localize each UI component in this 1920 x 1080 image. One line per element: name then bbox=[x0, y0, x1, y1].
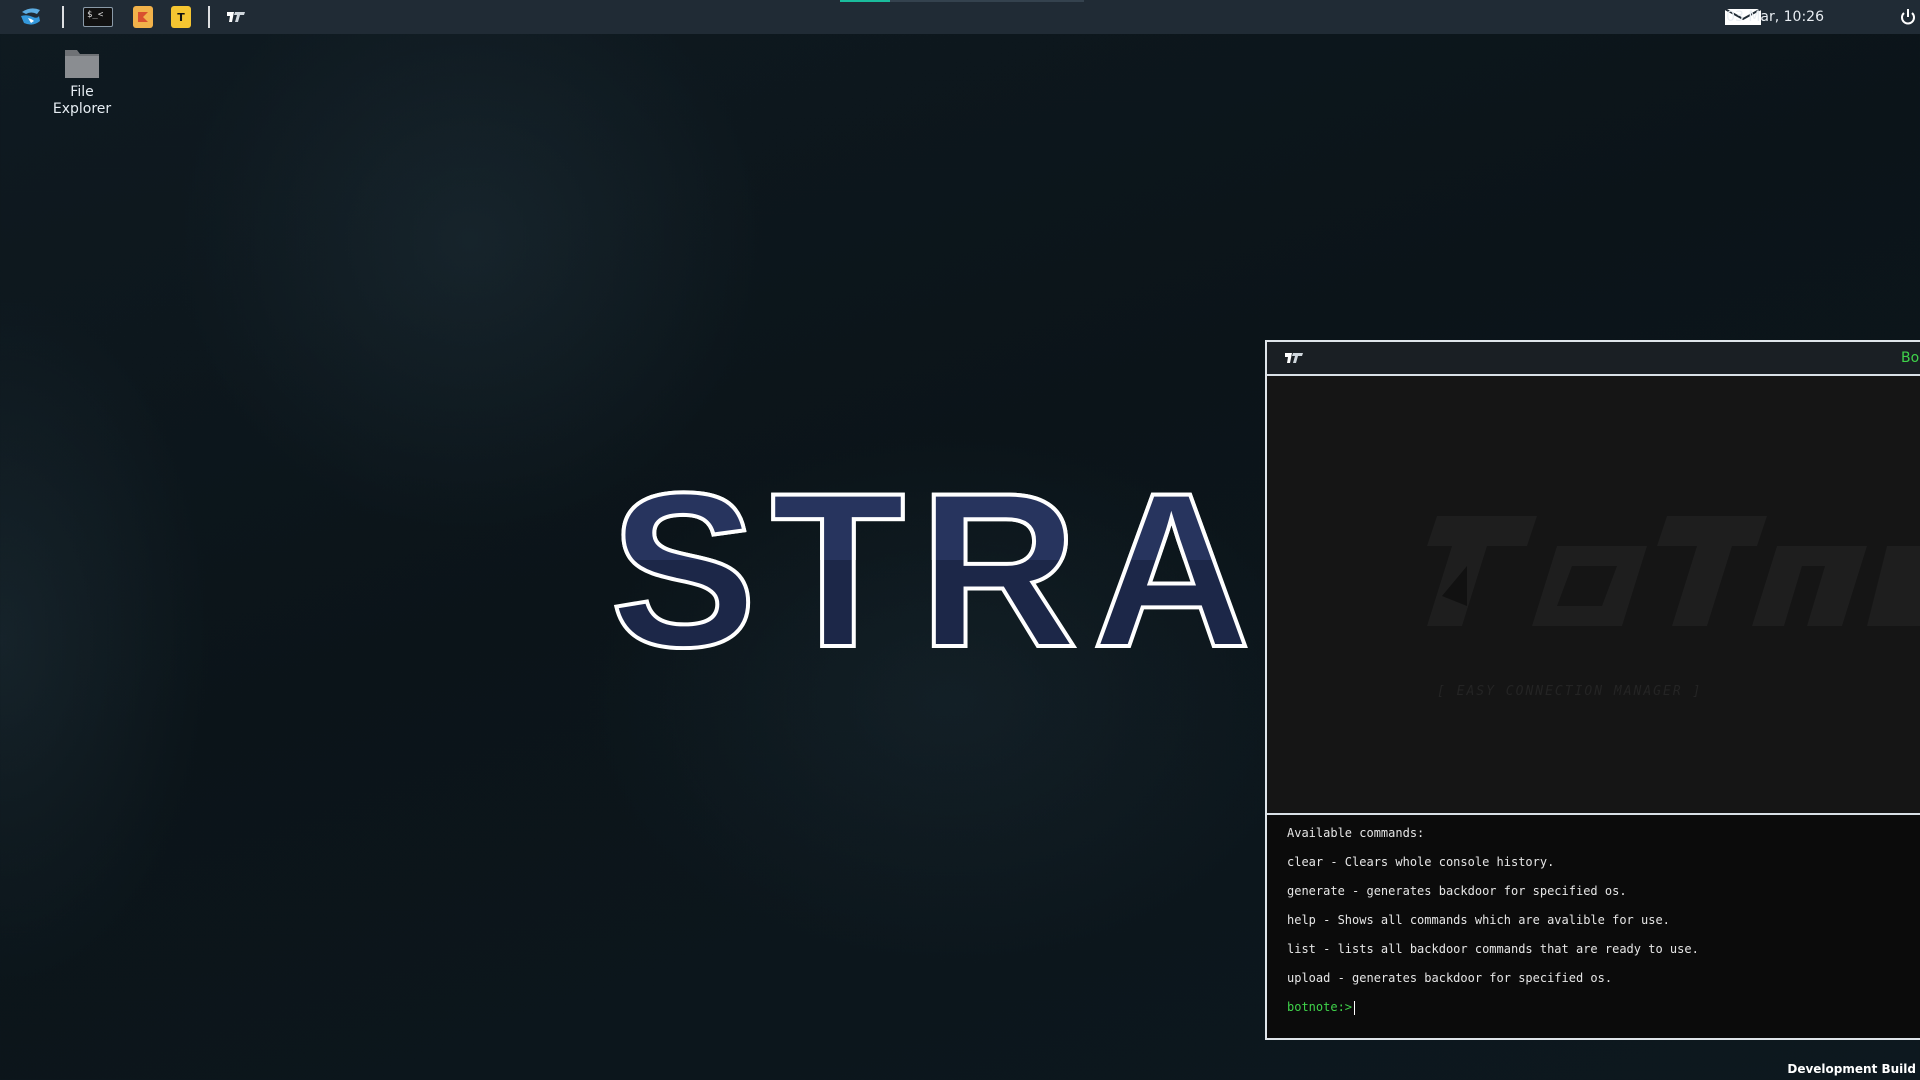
wallpaper-logo-text: STRAP STRAP bbox=[610, 470, 1270, 650]
console-line: list - lists all backdoor commands that … bbox=[1287, 942, 1699, 956]
text-cursor bbox=[1354, 1000, 1356, 1015]
wallpaper-text-highlight: STRAP bbox=[610, 470, 1270, 560]
botnet-banner: [ EASY CONNECTION MANAGER ] bbox=[1267, 376, 1920, 813]
taskbar-separator bbox=[208, 6, 210, 28]
botnet-window[interactable]: Bo [ EASY CONNECTION MANAGER ] Available… bbox=[1265, 340, 1920, 1040]
console-line: generate - generates backdoor for specif… bbox=[1287, 884, 1627, 898]
console-prompt: botnote:> bbox=[1287, 1000, 1353, 1014]
power-icon[interactable] bbox=[1900, 8, 1916, 26]
app-icon-orange[interactable] bbox=[133, 6, 153, 28]
console-line: upload - generates backdoor for specifie… bbox=[1287, 971, 1613, 985]
console-input-line[interactable]: botnote:> bbox=[1287, 999, 1920, 1028]
clock: 03 Mar, 10:26 bbox=[1726, 9, 1824, 25]
app-icon-yellow[interactable]: T bbox=[171, 6, 191, 28]
taskbar: $_< T 03 Mar, 10:26 bbox=[0, 0, 1920, 34]
start-logo-icon[interactable] bbox=[18, 6, 44, 28]
desktop-item-label-line1: File bbox=[70, 84, 94, 100]
wallpaper-text-top: STRAP bbox=[610, 470, 1270, 560]
window-titlebar[interactable]: Bo bbox=[1267, 342, 1920, 376]
terminal-icon[interactable]: $_< bbox=[83, 7, 113, 27]
taskbar-indicator-track bbox=[890, 0, 1084, 2]
botnet-banner-logo bbox=[1407, 506, 1920, 668]
window-title: Bo bbox=[1901, 350, 1920, 366]
development-build-label: Development Build bbox=[1787, 1062, 1916, 1076]
botnet-banner-subtitle: [ EASY CONNECTION MANAGER ] bbox=[1437, 684, 1703, 699]
file-explorer-shortcut[interactable]: File Explorer bbox=[40, 44, 124, 118]
botnet-app-icon[interactable] bbox=[225, 6, 247, 28]
console-line: help - Shows all commands which are aval… bbox=[1287, 913, 1670, 927]
folder-icon bbox=[65, 50, 99, 78]
console-line: clear - Clears whole console history. bbox=[1287, 855, 1555, 869]
console-output[interactable]: Available commands: clear - Clears whole… bbox=[1267, 813, 1920, 1038]
desktop-item-label-line2: Explorer bbox=[52, 101, 112, 117]
botnet-window-icon bbox=[1285, 353, 1303, 363]
console-line: Available commands: bbox=[1287, 826, 1425, 840]
taskbar-active-indicator bbox=[840, 0, 890, 2]
taskbar-separator bbox=[62, 6, 64, 28]
